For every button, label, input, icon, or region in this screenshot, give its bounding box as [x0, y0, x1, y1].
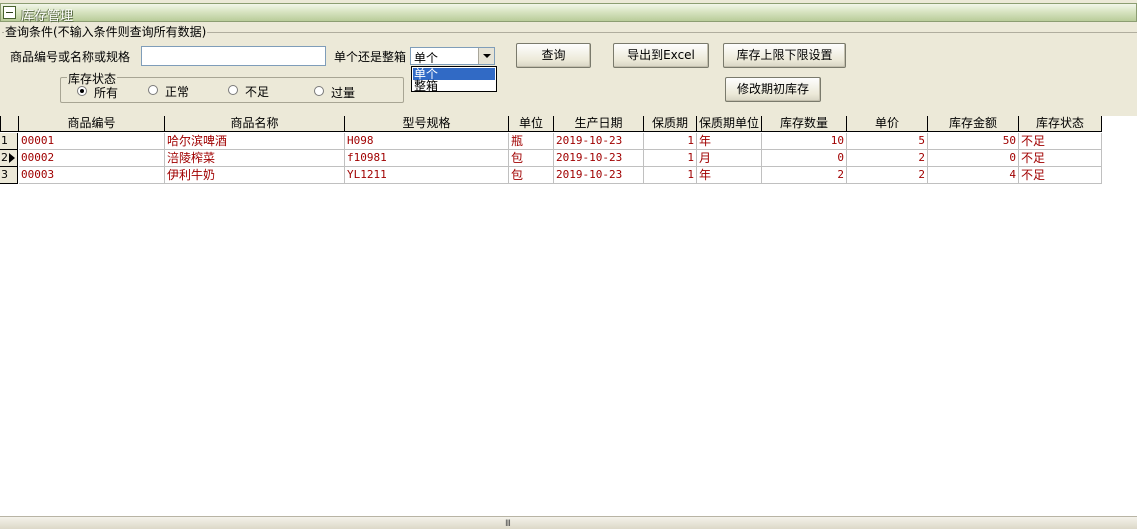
- row-header[interactable]: 1: [0, 133, 18, 150]
- column-header[interactable]: 保质期: [644, 116, 697, 132]
- status-low-label[interactable]: 不足: [245, 83, 269, 100]
- window-title: 库存管理: [21, 9, 74, 24]
- table-cell[interactable]: 2: [762, 167, 847, 184]
- status-normal-label[interactable]: 正常: [165, 83, 189, 100]
- stock-limit-settings-button[interactable]: 库存上限下限设置: [723, 43, 846, 68]
- grid-corner: [0, 116, 19, 132]
- table-cell[interactable]: 包: [509, 150, 554, 167]
- table-cell[interactable]: 2019-10-23: [554, 133, 644, 150]
- table-cell[interactable]: 2019-10-23: [554, 167, 644, 184]
- column-header[interactable]: 库存数量: [762, 116, 847, 132]
- status-all-label[interactable]: 所有: [94, 84, 118, 101]
- edit-initial-stock-button[interactable]: 修改期初库存: [725, 77, 821, 102]
- table-cell[interactable]: 00001: [19, 133, 165, 150]
- table-cell[interactable]: 5: [847, 133, 928, 150]
- status-low-radio[interactable]: [228, 85, 238, 95]
- table-cell[interactable]: 年: [697, 167, 762, 184]
- table-cell[interactable]: 2019-10-23: [554, 150, 644, 167]
- table-cell[interactable]: 1: [644, 167, 697, 184]
- table-cell[interactable]: 包: [509, 167, 554, 184]
- unit-label: 单个还是整箱: [334, 50, 407, 64]
- current-row-pointer-icon: [9, 153, 15, 163]
- column-header[interactable]: 单价: [847, 116, 928, 132]
- table-cell[interactable]: 哈尔滨啤酒: [165, 133, 345, 150]
- column-header[interactable]: 商品编号: [19, 116, 165, 132]
- column-header[interactable]: 商品名称: [165, 116, 345, 132]
- table-cell[interactable]: 伊利牛奶: [165, 167, 345, 184]
- code-label: 商品编号或名称或规格: [10, 50, 131, 64]
- code-search-input[interactable]: [141, 46, 326, 66]
- column-header[interactable]: 型号规格: [345, 116, 509, 132]
- status-all-radio[interactable]: [77, 86, 87, 96]
- query-button[interactable]: 查询: [516, 43, 591, 68]
- column-header[interactable]: 保质期单位: [697, 116, 762, 132]
- export-excel-button[interactable]: 导出到Excel: [613, 43, 709, 68]
- table-cell[interactable]: 不足: [1019, 133, 1102, 150]
- resize-grip-icon[interactable]: III: [505, 519, 511, 529]
- status-over-radio[interactable]: [314, 86, 324, 96]
- table-cell[interactable]: 年: [697, 133, 762, 150]
- row-header[interactable]: 3: [0, 167, 18, 184]
- table-cell[interactable]: 涪陵榨菜: [165, 150, 345, 167]
- query-legend: 查询条件(不输入条件则查询所有数据): [4, 23, 208, 40]
- unit-select-value: 单个: [414, 51, 439, 65]
- unit-dropdown-list: 单个 整箱: [411, 66, 497, 92]
- chevron-down-icon[interactable]: [478, 48, 494, 64]
- table-cell[interactable]: 不足: [1019, 167, 1102, 184]
- status-over-label[interactable]: 过量: [331, 84, 355, 101]
- inventory-grid[interactable]: 商品编号 商品名称 型号规格 单位 生产日期 保质期 保质期单位 库存数量 单价…: [0, 116, 1137, 516]
- collapse-icon[interactable]: [3, 6, 16, 19]
- window-title-bar: 库存管理: [0, 3, 1137, 24]
- table-cell[interactable]: 瓶: [509, 133, 554, 150]
- table-cell[interactable]: 月: [697, 150, 762, 167]
- status-normal-radio[interactable]: [148, 85, 158, 95]
- unit-select[interactable]: 单个: [410, 47, 495, 65]
- unit-option-box[interactable]: 整箱: [413, 80, 495, 92]
- table-cell[interactable]: 10: [762, 133, 847, 150]
- table-cell[interactable]: 50: [928, 133, 1019, 150]
- table-cell[interactable]: 0: [928, 150, 1019, 167]
- table-cell[interactable]: 1: [644, 150, 697, 167]
- column-header[interactable]: 单位: [509, 116, 554, 132]
- table-cell[interactable]: YL1211: [345, 167, 509, 184]
- column-header[interactable]: 库存状态: [1019, 116, 1102, 132]
- table-cell[interactable]: 2: [847, 150, 928, 167]
- table-cell[interactable]: 1: [644, 133, 697, 150]
- table-cell[interactable]: 00002: [19, 150, 165, 167]
- column-header[interactable]: 生产日期: [554, 116, 644, 132]
- table-cell[interactable]: 不足: [1019, 150, 1102, 167]
- table-cell[interactable]: 4: [928, 167, 1019, 184]
- table-cell[interactable]: 00003: [19, 167, 165, 184]
- table-cell[interactable]: H098: [345, 133, 509, 150]
- bottom-status-bar: III: [0, 516, 1137, 529]
- table-cell[interactable]: 0: [762, 150, 847, 167]
- table-cell[interactable]: f10981: [345, 150, 509, 167]
- column-header[interactable]: 库存金额: [928, 116, 1019, 132]
- table-cell[interactable]: 2: [847, 167, 928, 184]
